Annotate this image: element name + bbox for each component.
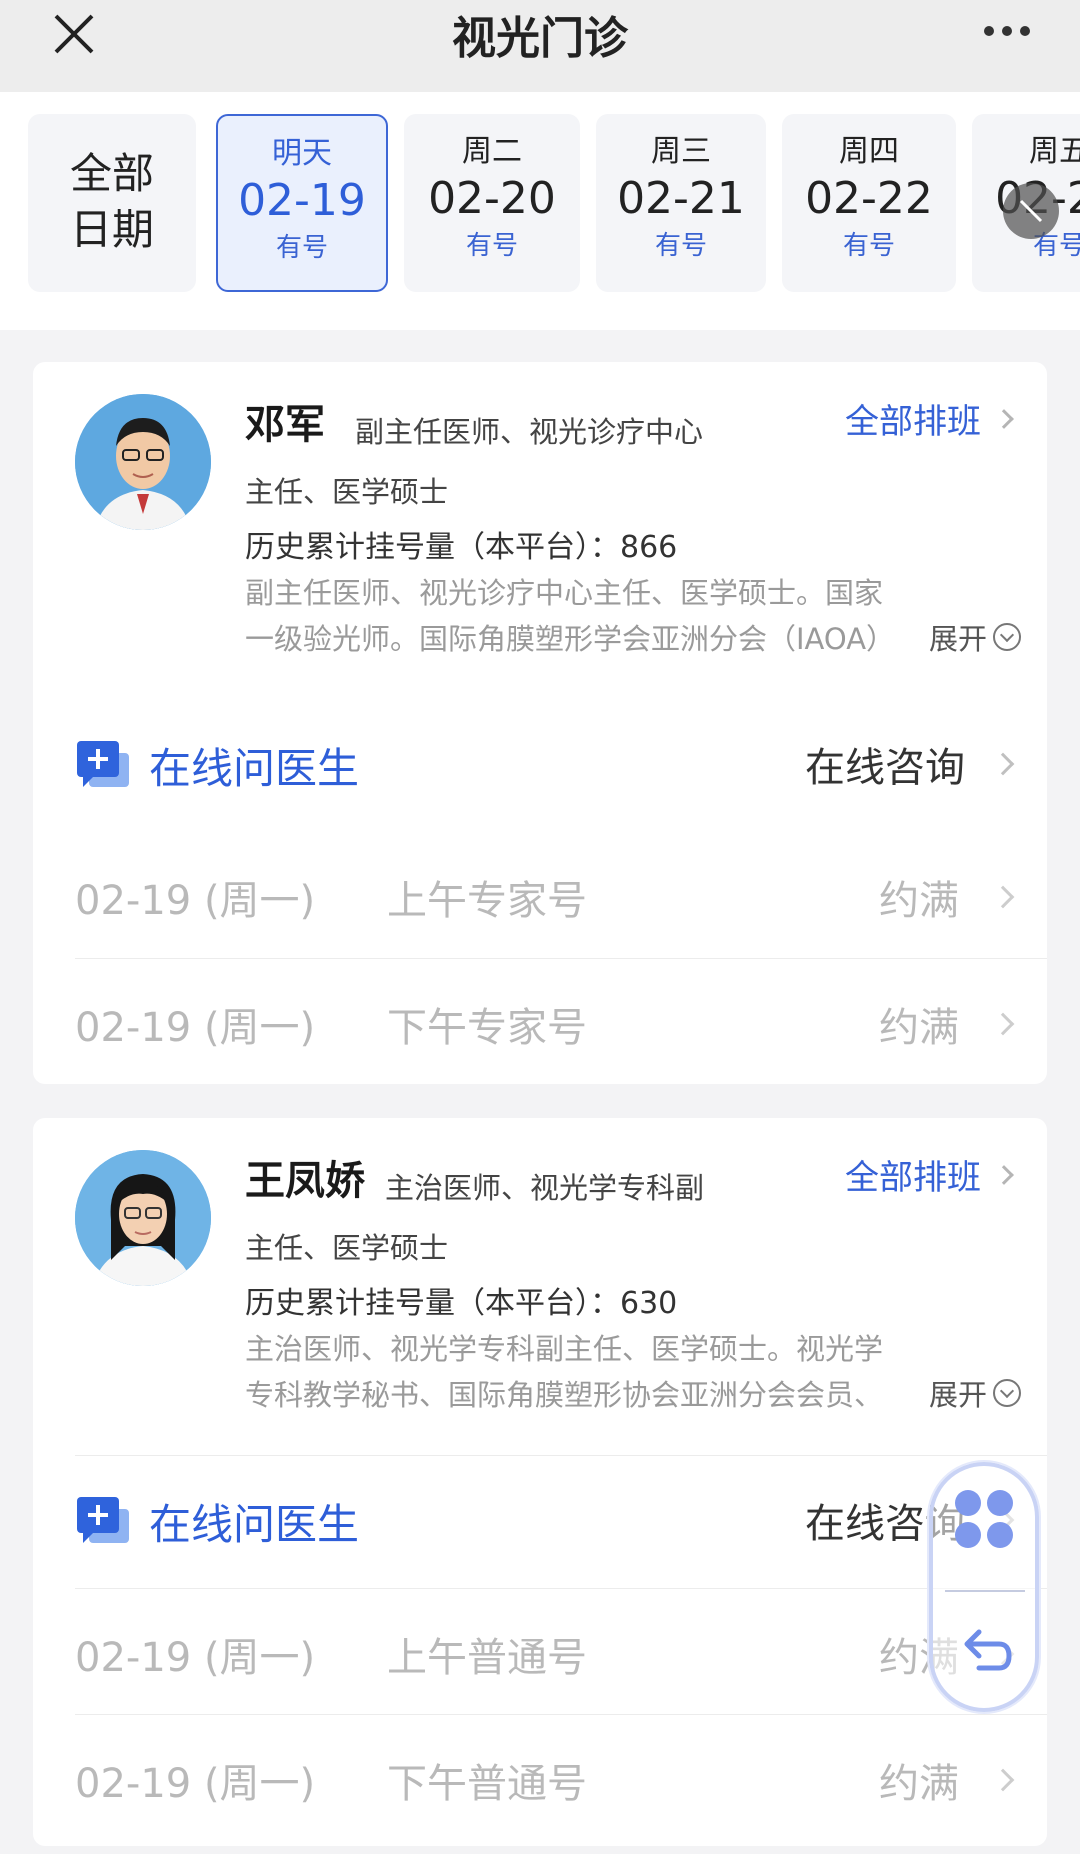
slot-date: 02-19 (周一) bbox=[75, 1761, 316, 1807]
chevron-down-circle-icon bbox=[993, 1379, 1021, 1407]
date-availability: 有号 bbox=[654, 231, 707, 261]
doctor-avatar[interactable] bbox=[75, 394, 211, 530]
schedule-slot[interactable]: 02-19 (周一) 下午普通号 约满 bbox=[75, 1714, 1047, 1840]
date-all-button[interactable]: 全部 日期 bbox=[28, 114, 196, 292]
slot-status-label: 约满 bbox=[879, 878, 959, 924]
date-value: 02-20 bbox=[428, 173, 556, 224]
slot-date: 02-19 (周一) bbox=[75, 878, 316, 924]
doctor-card: 王凤娇 主治医师、视光学专科副主任、医学硕士 全部排班 历史累计挂号量（本平台）… bbox=[33, 1118, 1047, 1846]
date-weekday: 周四 bbox=[839, 134, 899, 169]
page-title: 视光门诊 bbox=[452, 13, 628, 64]
date-weekday: 周二 bbox=[462, 134, 522, 169]
full-schedule-label: 全部排班 bbox=[845, 1158, 981, 1198]
date-weekday: 周五 bbox=[1029, 134, 1080, 169]
date-all-label-1: 全部 bbox=[69, 149, 154, 198]
registration-count: 历史累计挂号量（本平台）：866 bbox=[245, 522, 677, 566]
date-availability: 有号 bbox=[275, 233, 328, 263]
chevron-right-icon bbox=[994, 408, 1014, 429]
date-weekday: 明天 bbox=[272, 136, 332, 171]
slot-status: 约满 bbox=[879, 868, 1015, 926]
slot-date: 02-19 (周一) bbox=[75, 1635, 316, 1681]
date-value: 02-22 bbox=[805, 173, 933, 224]
slot-type: 下午普通号 bbox=[387, 1761, 587, 1807]
consult-label: 在线问医生 bbox=[149, 1500, 360, 1549]
date-value: 02-19 bbox=[238, 175, 366, 226]
date-value: 02-21 bbox=[617, 173, 745, 224]
slot-type: 下午专家号 bbox=[387, 1005, 587, 1051]
full-schedule-link[interactable]: 全部排班 bbox=[845, 1150, 1014, 1199]
chevron-right-icon bbox=[991, 1012, 1015, 1036]
full-schedule-link[interactable]: 全部排班 bbox=[845, 394, 1014, 443]
registration-count: 历史累计挂号量（本平台）：630 bbox=[245, 1278, 677, 1322]
registration-count-value: 630 bbox=[620, 1286, 678, 1321]
chevron-right-icon bbox=[991, 752, 1015, 776]
slot-date: 02-19 (周一) bbox=[75, 1005, 316, 1051]
registration-count-label: 历史累计挂号量（本平台）： bbox=[245, 1286, 620, 1321]
nav-bar: 视光门诊 bbox=[0, 0, 1080, 92]
consult-plus-icon bbox=[77, 741, 129, 787]
slot-status-label: 约满 bbox=[879, 1005, 959, 1051]
scroll-arrow-icon bbox=[1019, 199, 1043, 223]
doctor-card: 邓军 副主任医师、视光诊疗中心主任、医学硕士 全部排班 历史累计挂号量（本平台）… bbox=[33, 362, 1047, 1084]
doctor-title: 副主任医师、视光诊疗中心主任、医学硕士 bbox=[245, 415, 704, 509]
more-icon[interactable] bbox=[972, 18, 1042, 44]
slot-status-label: 约满 bbox=[879, 1761, 959, 1807]
doctor-intro: 主治医师、视光学专科副主任、医学硕士。视光学专科教学秘书、国际角膜塑形协会亚洲分… bbox=[245, 1332, 884, 1412]
doctor-intro: 副主任医师、视光诊疗中心主任、医学硕士。国家一级验光师。国际角膜塑形学会亚洲分会… bbox=[245, 576, 884, 656]
date-tab-0[interactable]: 明天 02-19 有号 bbox=[216, 114, 388, 292]
chevron-down-circle-icon bbox=[993, 623, 1021, 651]
expand-button[interactable]: 展开 bbox=[922, 616, 1021, 658]
floating-toolbar bbox=[929, 1462, 1039, 1712]
slot-status: 约满 bbox=[879, 1751, 1015, 1809]
consult-plus-icon bbox=[77, 1497, 129, 1543]
expand-label: 展开 bbox=[928, 622, 987, 656]
date-availability: 有号 bbox=[842, 231, 895, 261]
date-weekday: 周三 bbox=[651, 134, 711, 169]
slot-type: 上午普通号 bbox=[387, 1635, 587, 1681]
expand-button[interactable]: 展开 bbox=[922, 1372, 1021, 1414]
divider bbox=[945, 1590, 1025, 1592]
schedule-slot[interactable]: 02-19 (周一) 下午专家号 约满 bbox=[75, 958, 1047, 1084]
date-tab-1[interactable]: 周二 02-20 有号 bbox=[404, 114, 580, 292]
doctor-avatar[interactable] bbox=[75, 1150, 211, 1286]
slot-status: 约满 bbox=[879, 995, 1015, 1053]
schedule-slot[interactable]: 02-19 (周一) 上午普通号 约满 bbox=[75, 1588, 1047, 1714]
date-selector: 全部 日期 明天 02-19 有号 周二 02-20 有号 周三 02-21 有… bbox=[0, 92, 1080, 330]
date-tab-2[interactable]: 周三 02-21 有号 bbox=[596, 114, 766, 292]
full-schedule-label: 全部排班 bbox=[845, 402, 981, 442]
slot-type: 上午专家号 bbox=[387, 878, 587, 924]
back-arrow-icon[interactable] bbox=[959, 1626, 1015, 1676]
chevron-right-icon bbox=[991, 885, 1015, 909]
registration-count-value: 866 bbox=[620, 530, 678, 565]
date-availability: 有号 bbox=[465, 231, 518, 261]
expand-label: 展开 bbox=[928, 1378, 987, 1412]
divider bbox=[75, 1455, 1047, 1456]
date-all-label-2: 日期 bbox=[69, 205, 154, 254]
registration-count-label: 历史累计挂号量（本平台）： bbox=[245, 530, 620, 565]
consult-action[interactable]: 在线咨询 bbox=[805, 735, 1015, 793]
consult-label: 在线问医生 bbox=[149, 744, 360, 793]
date-tab-3[interactable]: 周四 02-22 有号 bbox=[782, 114, 956, 292]
consult-action-label: 在线咨询 bbox=[805, 745, 965, 791]
online-consult-row[interactable]: 在线问医生 在线咨询 bbox=[33, 705, 1047, 825]
apps-icon[interactable] bbox=[955, 1490, 1015, 1550]
chevron-right-icon bbox=[991, 1768, 1015, 1792]
doctor-title: 主治医师、视光学专科副主任、医学硕士 bbox=[245, 1171, 705, 1265]
chevron-right-icon bbox=[994, 1164, 1014, 1185]
schedule-slot[interactable]: 02-19 (周一) 上午专家号 约满 bbox=[75, 832, 1047, 958]
online-consult-row[interactable]: 在线问医生 在线咨询 bbox=[33, 1461, 1047, 1581]
scroll-indicator[interactable] bbox=[1003, 183, 1059, 239]
